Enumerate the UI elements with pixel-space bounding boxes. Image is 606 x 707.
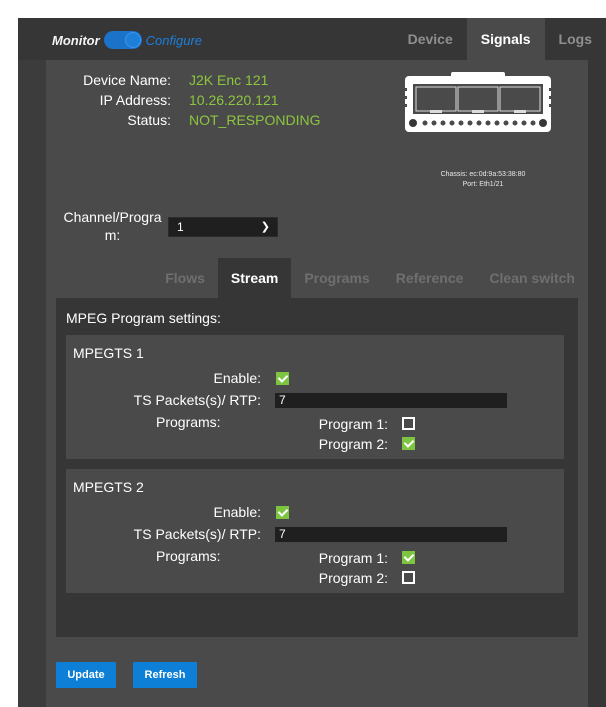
mpegts-1-program-1-checkbox[interactable]: [402, 417, 415, 430]
channel-program-label: Channel/Progra m:: [60, 208, 165, 244]
channel-program-selected: 1: [177, 220, 184, 234]
program-1-label: Program 1:: [318, 416, 388, 432]
refresh-button[interactable]: Refresh: [133, 662, 197, 688]
signals-app: Monitor Configure Device Signals Logs De…: [18, 18, 606, 707]
channel-program-select[interactable]: 1 ❯: [168, 217, 278, 237]
enable-label: Enable:: [213, 504, 261, 520]
tab-signals[interactable]: Signals: [466, 18, 545, 60]
mode-configure-label: Configure: [145, 32, 203, 48]
signals-panel: Device Name: J2K Enc 121 IP Address: 10.…: [46, 60, 588, 707]
mpegts-group-1: MPEGTS 1 Enable: TS Packets(s)/ RTP: Pro…: [66, 335, 564, 459]
enable-label: Enable:: [213, 370, 261, 386]
ts-packets-label: TS Packets(s)/ RTP:: [133, 392, 261, 408]
tab-programs[interactable]: Programs: [291, 258, 382, 298]
device-name-value: J2K Enc 121: [189, 72, 269, 88]
top-bar: Monitor Configure Device Signals Logs: [18, 18, 606, 60]
signal-subtabs: Flows Stream Programs Reference Clean sw…: [46, 258, 588, 298]
ts-packets-label: TS Packets(s)/ RTP:: [133, 526, 261, 542]
channel-program-label-line1: Channel/Progra: [63, 209, 162, 225]
update-button[interactable]: Update: [56, 662, 116, 688]
chassis-mac: Chassis: ec:0d:9a:53:38:80: [440, 171, 526, 178]
mpegts-2-program-2-checkbox[interactable]: [402, 571, 415, 584]
device-info: Device Name: J2K Enc 121 IP Address: 10.…: [46, 70, 326, 130]
mpegts-1-program-2-checkbox[interactable]: [402, 437, 415, 450]
top-tabs: Device Signals Logs: [394, 18, 606, 60]
mpegts-1-enable-checkbox[interactable]: [276, 372, 289, 385]
tab-reference[interactable]: Reference: [383, 258, 477, 298]
status-value: NOT_RESPONDING: [189, 112, 321, 128]
status-row: Status: NOT_RESPONDING: [46, 110, 326, 130]
status-label: Status:: [127, 112, 171, 128]
ip-address-value: 10.26.220.121: [189, 92, 279, 108]
chevron-down-icon: ❯: [260, 221, 270, 233]
tab-logs[interactable]: Logs: [545, 18, 606, 60]
tab-stream[interactable]: Stream: [217, 258, 292, 298]
mode-switch[interactable]: [103, 31, 142, 49]
program-2-label: Program 2:: [318, 436, 388, 452]
ip-address-label: IP Address:: [99, 92, 171, 108]
mpegts-2-enable-checkbox[interactable]: [276, 506, 289, 519]
programs-label: Programs:: [156, 414, 221, 430]
mpegts-1-title: MPEGTS 1: [73, 345, 144, 361]
ip-address-row: IP Address: 10.26.220.121: [46, 90, 326, 110]
switch-knob: [124, 32, 141, 48]
mpegts-2-title: MPEGTS 2: [73, 479, 144, 495]
device-chassis-icon: [401, 72, 555, 132]
programs-label: Programs:: [156, 548, 221, 564]
tab-flows[interactable]: Flows: [152, 258, 218, 298]
channel-program-label-line2: m:: [104, 227, 121, 243]
chassis-info: Chassis: ec:0d:9a:53:38:80 Port: Eth1/21: [408, 170, 558, 190]
chassis-port: Port: Eth1/21: [462, 181, 504, 188]
left-rail: [18, 60, 46, 707]
mode-monitor-label: Monitor: [52, 32, 100, 48]
mpegts-2-ts-packets-input[interactable]: [275, 527, 507, 542]
mpegts-group-2: MPEGTS 2 Enable: TS Packets(s)/ RTP: Pro…: [66, 469, 564, 593]
mpegts-1-ts-packets-input[interactable]: [275, 393, 507, 408]
mpegts-2-program-1-checkbox[interactable]: [402, 551, 415, 564]
device-name-label: Device Name:: [83, 72, 171, 88]
stream-settings: MPEG Program settings: MPEGTS 1 Enable: …: [56, 298, 578, 637]
program-1-label: Program 1:: [318, 550, 388, 566]
tab-clean-switch[interactable]: Clean switch: [476, 258, 588, 298]
mode-toggle[interactable]: Monitor Configure: [52, 30, 202, 50]
tab-device[interactable]: Device: [394, 18, 467, 60]
device-name-row: Device Name: J2K Enc 121: [46, 70, 326, 90]
program-2-label: Program 2:: [318, 570, 388, 586]
settings-title: MPEG Program settings:: [66, 310, 221, 326]
